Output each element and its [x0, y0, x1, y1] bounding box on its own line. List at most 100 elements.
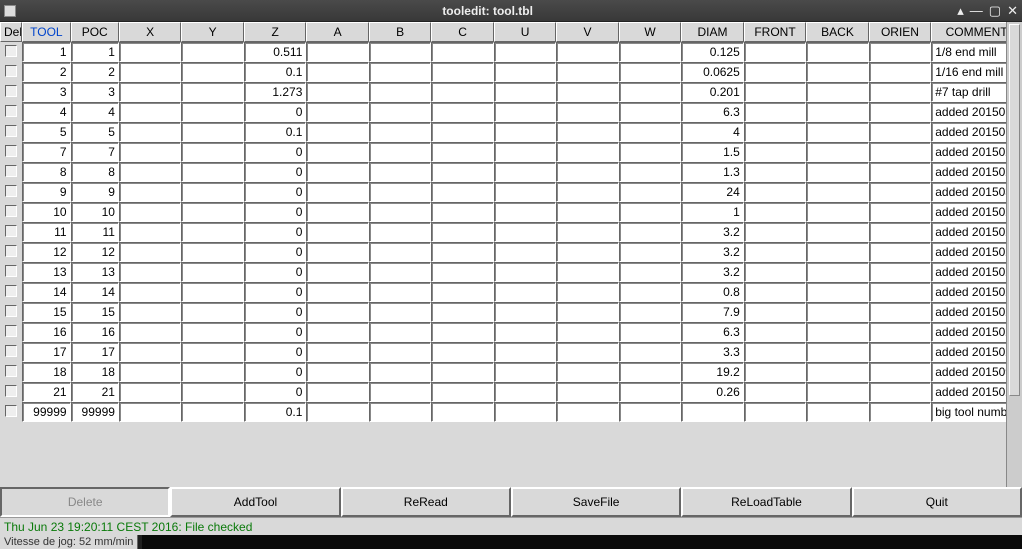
- cell-y[interactable]: [181, 242, 243, 262]
- cell-x[interactable]: [119, 322, 181, 342]
- cell-tool[interactable]: 18: [22, 362, 70, 382]
- cell-b[interactable]: [369, 222, 431, 242]
- cell-w[interactable]: [619, 302, 681, 322]
- cell-y[interactable]: [181, 42, 243, 62]
- cell-w[interactable]: [619, 242, 681, 262]
- cell-c[interactable]: [431, 162, 493, 182]
- scrollbar-thumb[interactable]: [1009, 24, 1020, 396]
- cell-front[interactable]: [744, 322, 806, 342]
- cell-tool[interactable]: 1: [22, 42, 70, 62]
- cell-front[interactable]: [744, 122, 806, 142]
- cell-tool[interactable]: 16: [22, 322, 70, 342]
- cell-back[interactable]: [806, 342, 868, 362]
- cell-b[interactable]: [369, 302, 431, 322]
- savefile-button[interactable]: SaveFile: [511, 487, 681, 517]
- cell-x[interactable]: [119, 222, 181, 242]
- cell-back[interactable]: [806, 322, 868, 342]
- cell-b[interactable]: [369, 62, 431, 82]
- cell-a[interactable]: [306, 62, 368, 82]
- cell-diam[interactable]: 19.2: [681, 362, 743, 382]
- cell-b[interactable]: [369, 242, 431, 262]
- cell-a[interactable]: [306, 82, 368, 102]
- cell-a[interactable]: [306, 302, 368, 322]
- delete-checkbox[interactable]: [5, 345, 17, 357]
- cell-b[interactable]: [369, 182, 431, 202]
- cell-u[interactable]: [494, 362, 556, 382]
- delete-checkbox-cell[interactable]: [0, 362, 22, 382]
- cell-w[interactable]: [619, 62, 681, 82]
- cell-back[interactable]: [806, 262, 868, 282]
- column-header-u[interactable]: U: [494, 22, 556, 42]
- cell-a[interactable]: [306, 202, 368, 222]
- cell-c[interactable]: [431, 42, 493, 62]
- delete-checkbox[interactable]: [5, 305, 17, 317]
- cell-poc[interactable]: 15: [71, 302, 119, 322]
- cell-x[interactable]: [119, 162, 181, 182]
- cell-tool[interactable]: 17: [22, 342, 70, 362]
- cell-orien[interactable]: [869, 82, 931, 102]
- column-header-orien[interactable]: ORIEN: [869, 22, 931, 42]
- cell-y[interactable]: [181, 402, 243, 422]
- cell-a[interactable]: [306, 102, 368, 122]
- cell-u[interactable]: [494, 162, 556, 182]
- cell-diam[interactable]: 6.3: [681, 322, 743, 342]
- cell-c[interactable]: [431, 362, 493, 382]
- cell-z[interactable]: 0.1: [244, 62, 306, 82]
- cell-c[interactable]: [431, 142, 493, 162]
- cell-c[interactable]: [431, 182, 493, 202]
- cell-z[interactable]: 0: [244, 142, 306, 162]
- delete-checkbox[interactable]: [5, 225, 17, 237]
- cell-tool[interactable]: 5: [22, 122, 70, 142]
- cell-x[interactable]: [119, 382, 181, 402]
- cell-orien[interactable]: [869, 62, 931, 82]
- cell-orien[interactable]: [869, 262, 931, 282]
- cell-c[interactable]: [431, 202, 493, 222]
- cell-poc[interactable]: 10: [71, 202, 119, 222]
- cell-w[interactable]: [619, 202, 681, 222]
- cell-y[interactable]: [181, 62, 243, 82]
- cell-v[interactable]: [556, 182, 618, 202]
- cell-tool[interactable]: 7: [22, 142, 70, 162]
- delete-checkbox-cell[interactable]: [0, 402, 22, 422]
- cell-u[interactable]: [494, 382, 556, 402]
- delete-checkbox-cell[interactable]: [0, 342, 22, 362]
- cell-poc[interactable]: 99999: [71, 402, 119, 422]
- cell-b[interactable]: [369, 282, 431, 302]
- cell-z[interactable]: 0: [244, 322, 306, 342]
- column-header-c[interactable]: C: [431, 22, 493, 42]
- cell-a[interactable]: [306, 322, 368, 342]
- cell-poc[interactable]: 7: [71, 142, 119, 162]
- column-header-poc[interactable]: POC: [71, 22, 119, 42]
- cell-v[interactable]: [556, 302, 618, 322]
- cell-tool[interactable]: 11: [22, 222, 70, 242]
- cell-b[interactable]: [369, 262, 431, 282]
- cell-tool[interactable]: 10: [22, 202, 70, 222]
- column-header-tool[interactable]: TOOL: [22, 22, 70, 42]
- cell-orien[interactable]: [869, 302, 931, 322]
- cell-x[interactable]: [119, 302, 181, 322]
- cell-v[interactable]: [556, 162, 618, 182]
- delete-checkbox-cell[interactable]: [0, 142, 22, 162]
- cell-w[interactable]: [619, 382, 681, 402]
- cell-orien[interactable]: [869, 322, 931, 342]
- delete-checkbox[interactable]: [5, 405, 17, 417]
- rollup-icon[interactable]: ▴: [957, 3, 964, 19]
- cell-v[interactable]: [556, 102, 618, 122]
- cell-w[interactable]: [619, 402, 681, 422]
- cell-c[interactable]: [431, 302, 493, 322]
- delete-checkbox[interactable]: [5, 145, 17, 157]
- delete-checkbox-cell[interactable]: [0, 102, 22, 122]
- delete-checkbox[interactable]: [5, 285, 17, 297]
- cell-a[interactable]: [306, 222, 368, 242]
- cell-tool[interactable]: 99999: [22, 402, 70, 422]
- cell-poc[interactable]: 2: [71, 62, 119, 82]
- cell-x[interactable]: [119, 142, 181, 162]
- delete-checkbox[interactable]: [5, 265, 17, 277]
- cell-a[interactable]: [306, 142, 368, 162]
- cell-x[interactable]: [119, 42, 181, 62]
- column-header-v[interactable]: V: [556, 22, 618, 42]
- column-header-front[interactable]: FRONT: [744, 22, 806, 42]
- cell-a[interactable]: [306, 362, 368, 382]
- cell-z[interactable]: 0: [244, 382, 306, 402]
- delete-checkbox-cell[interactable]: [0, 62, 22, 82]
